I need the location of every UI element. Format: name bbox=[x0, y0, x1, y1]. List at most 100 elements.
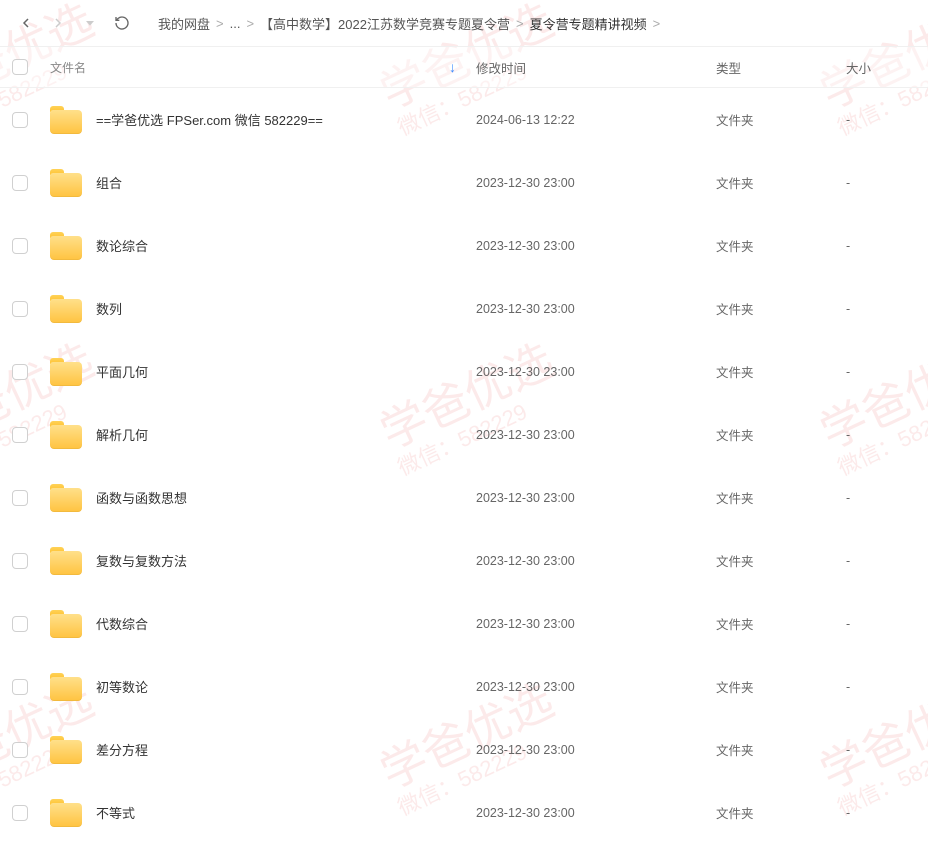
chevron-right-icon: > bbox=[246, 16, 254, 31]
table-row[interactable]: 函数与函数思想 2023-12-30 23:00 文件夹 - bbox=[0, 466, 928, 529]
file-size: - bbox=[846, 176, 916, 190]
file-date: 2023-12-30 23:00 bbox=[476, 554, 716, 568]
row-checkbox[interactable] bbox=[12, 742, 28, 758]
table-row[interactable]: 解析几何 2023-12-30 23:00 文件夹 - bbox=[0, 403, 928, 466]
chevron-right-icon: > bbox=[216, 16, 224, 31]
file-size: - bbox=[846, 743, 916, 757]
file-size: - bbox=[846, 365, 916, 379]
folder-icon bbox=[50, 295, 82, 323]
toolbar: 我的网盘 > ... > 【高中数学】2022江苏数学竞赛专题夏令营 > 夏令营… bbox=[0, 0, 928, 46]
file-type: 文件夹 bbox=[716, 740, 846, 759]
file-date: 2023-12-30 23:00 bbox=[476, 176, 716, 190]
file-date: 2023-12-30 23:00 bbox=[476, 680, 716, 694]
table-row[interactable]: 复数与复数方法 2023-12-30 23:00 文件夹 - bbox=[0, 529, 928, 592]
file-type: 文件夹 bbox=[716, 173, 846, 192]
back-button[interactable] bbox=[12, 9, 40, 37]
file-size: - bbox=[846, 680, 916, 694]
row-checkbox[interactable] bbox=[12, 175, 28, 191]
table-row[interactable]: 数论综合 2023-12-30 23:00 文件夹 - bbox=[0, 214, 928, 277]
refresh-button[interactable] bbox=[108, 9, 136, 37]
file-name[interactable]: 不等式 bbox=[96, 803, 135, 822]
file-date: 2023-12-30 23:00 bbox=[476, 239, 716, 253]
column-size-header[interactable]: 大小 bbox=[846, 58, 916, 77]
folder-icon bbox=[50, 232, 82, 260]
file-name[interactable]: 复数与复数方法 bbox=[96, 551, 187, 570]
file-name[interactable]: 数论综合 bbox=[96, 236, 148, 255]
file-name[interactable]: 初等数论 bbox=[96, 677, 148, 696]
file-name[interactable]: 解析几何 bbox=[96, 425, 148, 444]
folder-icon bbox=[50, 547, 82, 575]
row-checkbox[interactable] bbox=[12, 301, 28, 317]
chevron-right-icon: > bbox=[516, 16, 524, 31]
row-checkbox[interactable] bbox=[12, 679, 28, 695]
folder-icon bbox=[50, 484, 82, 512]
file-name[interactable]: ==学爸优选 FPSer.com 微信 582229== bbox=[96, 110, 323, 129]
forward-button[interactable] bbox=[44, 9, 72, 37]
file-name[interactable]: 函数与函数思想 bbox=[96, 488, 187, 507]
file-size: - bbox=[846, 617, 916, 631]
file-date: 2024-06-13 12:22 bbox=[476, 113, 716, 127]
row-checkbox[interactable] bbox=[12, 238, 28, 254]
file-size: - bbox=[846, 806, 916, 820]
file-date: 2023-12-30 23:00 bbox=[476, 617, 716, 631]
row-checkbox[interactable] bbox=[12, 553, 28, 569]
column-date-header[interactable]: 修改时间 bbox=[476, 58, 716, 77]
table-row[interactable]: 数列 2023-12-30 23:00 文件夹 - bbox=[0, 277, 928, 340]
folder-icon bbox=[50, 358, 82, 386]
folder-icon bbox=[50, 106, 82, 134]
file-size: - bbox=[846, 113, 916, 127]
table-row[interactable]: 平面几何 2023-12-30 23:00 文件夹 - bbox=[0, 340, 928, 403]
file-type: 文件夹 bbox=[716, 803, 846, 822]
file-date: 2023-12-30 23:00 bbox=[476, 428, 716, 442]
file-size: - bbox=[846, 428, 916, 442]
file-type: 文件夹 bbox=[716, 677, 846, 696]
breadcrumb-current[interactable]: 夏令营专题精讲视频 bbox=[530, 14, 647, 33]
file-name[interactable]: 组合 bbox=[96, 173, 122, 192]
row-checkbox[interactable] bbox=[12, 427, 28, 443]
chevron-right-icon: > bbox=[653, 16, 661, 31]
file-size: - bbox=[846, 491, 916, 505]
select-all-checkbox[interactable] bbox=[12, 59, 28, 75]
table-row[interactable]: 组合 2023-12-30 23:00 文件夹 - bbox=[0, 151, 928, 214]
table-header: 文件名 ↓ 修改时间 类型 大小 bbox=[0, 46, 928, 88]
sort-arrow-down-icon: ↓ bbox=[449, 59, 456, 75]
file-name[interactable]: 代数综合 bbox=[96, 614, 148, 633]
file-date: 2023-12-30 23:00 bbox=[476, 302, 716, 316]
table-row[interactable]: ==学爸优选 FPSer.com 微信 582229== 2024-06-13 … bbox=[0, 88, 928, 151]
folder-icon bbox=[50, 736, 82, 764]
file-type: 文件夹 bbox=[716, 425, 846, 444]
breadcrumb-root[interactable]: 我的网盘 bbox=[158, 14, 210, 33]
history-dropdown-button[interactable] bbox=[76, 9, 104, 37]
file-date: 2023-12-30 23:00 bbox=[476, 365, 716, 379]
file-type: 文件夹 bbox=[716, 551, 846, 570]
file-type: 文件夹 bbox=[716, 362, 846, 381]
row-checkbox[interactable] bbox=[12, 364, 28, 380]
row-checkbox[interactable] bbox=[12, 616, 28, 632]
file-name[interactable]: 差分方程 bbox=[96, 740, 148, 759]
column-type-header[interactable]: 类型 bbox=[716, 58, 846, 77]
column-name-header[interactable]: 文件名 ↓ bbox=[50, 59, 476, 76]
file-type: 文件夹 bbox=[716, 299, 846, 318]
table-row[interactable]: 初等数论 2023-12-30 23:00 文件夹 - bbox=[0, 655, 928, 718]
table-row[interactable]: 差分方程 2023-12-30 23:00 文件夹 - bbox=[0, 718, 928, 781]
breadcrumb-mid[interactable]: 【高中数学】2022江苏数学竞赛专题夏令营 bbox=[260, 14, 510, 33]
folder-icon bbox=[50, 610, 82, 638]
folder-icon bbox=[50, 799, 82, 827]
row-checkbox[interactable] bbox=[12, 805, 28, 821]
file-size: - bbox=[846, 554, 916, 568]
table-row[interactable]: 代数综合 2023-12-30 23:00 文件夹 - bbox=[0, 592, 928, 655]
file-date: 2023-12-30 23:00 bbox=[476, 491, 716, 505]
table-row[interactable]: 不等式 2023-12-30 23:00 文件夹 - bbox=[0, 781, 928, 844]
file-type: 文件夹 bbox=[716, 110, 846, 129]
file-name[interactable]: 数列 bbox=[96, 299, 122, 318]
breadcrumb-ellipsis[interactable]: ... bbox=[230, 16, 241, 31]
folder-icon bbox=[50, 169, 82, 197]
file-type: 文件夹 bbox=[716, 488, 846, 507]
row-checkbox[interactable] bbox=[12, 490, 28, 506]
column-name-label: 文件名 bbox=[50, 59, 86, 76]
file-list: ==学爸优选 FPSer.com 微信 582229== 2024-06-13 … bbox=[0, 88, 928, 844]
row-checkbox[interactable] bbox=[12, 112, 28, 128]
file-size: - bbox=[846, 302, 916, 316]
file-name[interactable]: 平面几何 bbox=[96, 362, 148, 381]
file-size: - bbox=[846, 239, 916, 253]
